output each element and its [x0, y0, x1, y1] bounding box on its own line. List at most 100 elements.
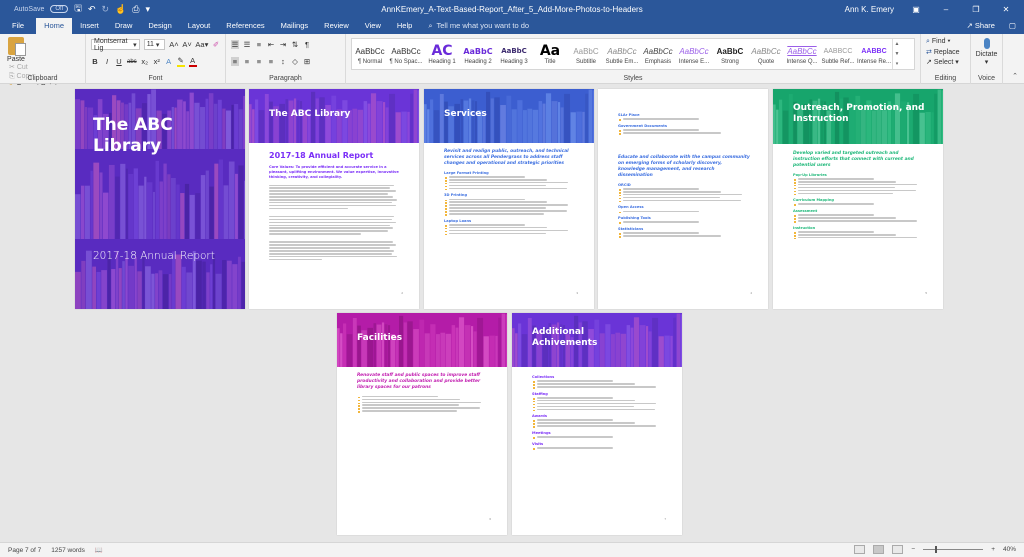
style-subtle-em[interactable]: AaBbCc Subtle Em...: [604, 39, 640, 69]
sort-icon[interactable]: ⇅: [291, 40, 299, 49]
tab-help[interactable]: Help: [389, 18, 420, 34]
styles-scroll[interactable]: ▲ ▼ ▾: [892, 39, 901, 69]
collapse-ribbon-icon[interactable]: ⌃: [1012, 72, 1018, 80]
align-center-icon[interactable]: ≡: [243, 57, 251, 66]
style-normal[interactable]: AaBbCc ¶ Normal: [352, 39, 388, 69]
undo-icon[interactable]: ↶: [88, 4, 96, 15]
comments-icon[interactable]: ▢: [1009, 21, 1016, 30]
font-size-select[interactable]: 11 ▾: [143, 39, 166, 50]
tab-review[interactable]: Review: [316, 18, 357, 34]
borders-icon[interactable]: ⊞: [303, 57, 311, 66]
page-4[interactable]: SLAr Place Government Documents Educate a…: [598, 89, 768, 309]
clear-formatting-icon[interactable]: ✐: [212, 40, 220, 49]
print-layout-button[interactable]: [873, 545, 885, 554]
page-2[interactable]: The ABC Library 2017-18 Annual Report Co…: [249, 89, 419, 309]
customize-qat-icon[interactable]: ▾: [145, 4, 150, 15]
superscript-button[interactable]: x²: [153, 57, 161, 66]
tab-view[interactable]: View: [357, 18, 389, 34]
strikethrough-button[interactable]: abc: [127, 59, 137, 65]
page-count[interactable]: Page 7 of 7: [8, 547, 41, 554]
style-intense-q[interactable]: AaBbCc Intense Q...: [784, 39, 820, 69]
zoom-in-button[interactable]: +: [991, 546, 995, 553]
tab-references[interactable]: References: [218, 18, 272, 34]
highlight-icon[interactable]: ✎: [176, 56, 185, 67]
zoom-out-button[interactable]: −: [911, 546, 915, 553]
numbering-icon[interactable]: ☰: [243, 40, 251, 49]
dictate-button[interactable]: Dictate ▾: [976, 37, 997, 66]
find-button[interactable]: ⌕ Find ▾: [926, 38, 965, 46]
print-preview-icon[interactable]: ⎙: [132, 4, 139, 15]
cut-button[interactable]: ✂ Cut: [9, 63, 63, 71]
tab-draw[interactable]: Draw: [107, 18, 141, 34]
page-cover[interactable]: The ABC Library 2017-18 Annual Report: [75, 89, 245, 309]
zoom-slider-thumb[interactable]: [935, 546, 938, 553]
tell-me-search[interactable]: ⌕ Tell me what you want to do: [420, 18, 537, 34]
share-button[interactable]: ↗ Share: [967, 21, 995, 30]
style-heading-2[interactable]: AaBbC Heading 2: [460, 39, 496, 69]
page-5[interactable]: Outreach, Promotion, and Instruction Dev…: [773, 89, 943, 309]
save-icon[interactable]: 🖫: [74, 1, 82, 17]
multilevel-list-icon[interactable]: ≡: [255, 40, 263, 49]
touch-mode-icon[interactable]: ☝: [115, 4, 126, 15]
style-emphasis[interactable]: AaBbCc Emphasis: [640, 39, 676, 69]
tab-mailings[interactable]: Mailings: [273, 18, 317, 34]
align-left-icon[interactable]: ≡: [231, 57, 239, 66]
tab-file[interactable]: File: [0, 18, 36, 34]
style-heading-3[interactable]: AaBbC Heading 3: [496, 39, 532, 69]
style-heading-1[interactable]: AC Heading 1: [424, 39, 460, 69]
close-button[interactable]: ✕: [998, 5, 1014, 14]
tab-insert[interactable]: Insert: [72, 18, 107, 34]
replace-button[interactable]: ⇄ Replace: [926, 48, 965, 56]
style-sample: AaBbCc: [679, 46, 709, 56]
style-no-spac[interactable]: AaBbCc ¶ No Spac...: [388, 39, 424, 69]
page-3[interactable]: Services Revisit and realign public, out…: [424, 89, 594, 309]
style-sample: AABBC: [861, 47, 887, 55]
zoom-level[interactable]: 40%: [1003, 546, 1016, 553]
grow-font-button[interactable]: A˄: [169, 40, 178, 49]
text-effects-icon[interactable]: A: [165, 57, 173, 66]
bold-button[interactable]: B: [91, 57, 99, 66]
ribbon-display-options-icon[interactable]: ▣: [908, 5, 924, 14]
style-intense-re[interactable]: AABBC Intense Re...: [856, 39, 892, 69]
select-button[interactable]: ↗ Select ▾: [926, 58, 965, 66]
subscript-button[interactable]: x₂: [141, 57, 149, 66]
style-intense-e[interactable]: AaBbCc Intense E...: [676, 39, 712, 69]
change-case-button[interactable]: Aa▾: [195, 40, 208, 49]
tab-home[interactable]: Home: [36, 18, 73, 34]
line-spacing-icon[interactable]: ↕: [279, 57, 287, 66]
zoom-slider[interactable]: [923, 546, 984, 553]
minimize-button[interactable]: –: [938, 5, 954, 14]
italic-button[interactable]: I: [103, 57, 111, 66]
font-name-select[interactable]: Montserrat Lig ▾: [91, 38, 140, 52]
justify-icon[interactable]: ≡: [267, 57, 275, 66]
page-6[interactable]: Facilities Renovate staff and public spa…: [337, 313, 507, 535]
redo-icon[interactable]: ↻: [101, 4, 109, 15]
bullets-icon[interactable]: ☰: [231, 40, 239, 49]
page-7[interactable]: Additional Achivements Collections Staffi…: [512, 313, 682, 535]
shading-icon[interactable]: ◇: [291, 57, 299, 66]
text-line: [269, 241, 394, 243]
show-formatting-icon[interactable]: ¶: [303, 40, 311, 49]
proofing-icon[interactable]: 📖: [95, 546, 103, 554]
web-layout-button[interactable]: [892, 545, 904, 554]
paste-button[interactable]: Paste: [5, 37, 27, 63]
font-color-icon[interactable]: A: [188, 56, 197, 67]
read-mode-button[interactable]: [854, 545, 866, 554]
style-title[interactable]: Aa Title: [532, 39, 568, 69]
word-count[interactable]: 1257 words: [51, 547, 85, 554]
user-name[interactable]: Ann K. Emery: [845, 5, 894, 14]
shrink-font-button[interactable]: A˅: [182, 40, 191, 49]
tab-design[interactable]: Design: [140, 18, 179, 34]
style-quote[interactable]: AaBbCc Quote: [748, 39, 784, 69]
document-canvas[interactable]: The ABC Library 2017-18 Annual Report Th…: [0, 85, 1024, 542]
style-strong[interactable]: AaBbC Strong: [712, 39, 748, 69]
increase-indent-icon[interactable]: ⇥: [279, 40, 287, 49]
decrease-indent-icon[interactable]: ⇤: [267, 40, 275, 49]
style-subtitle[interactable]: AaBbC Subtitle: [568, 39, 604, 69]
tab-layout[interactable]: Layout: [180, 18, 219, 34]
style-subtle-ref[interactable]: AABBCC Subtle Ref...: [820, 39, 856, 69]
autosave-toggle[interactable]: Off: [50, 5, 69, 13]
underline-button[interactable]: U: [115, 57, 123, 66]
restore-button[interactable]: ❐: [968, 5, 984, 14]
align-right-icon[interactable]: ≡: [255, 57, 263, 66]
